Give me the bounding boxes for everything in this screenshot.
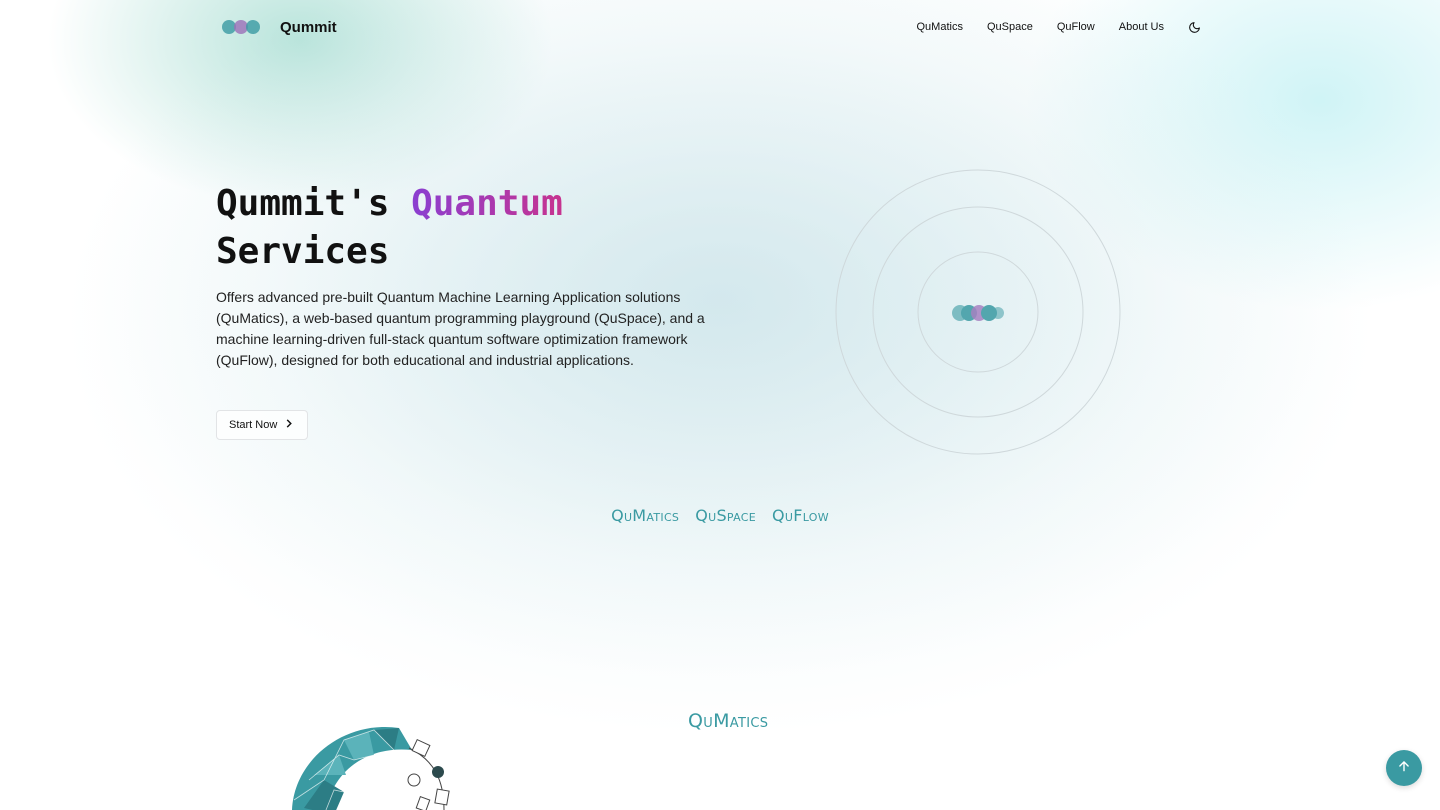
nav-links: QuMatics QuSpace QuFlow About Us xyxy=(893,19,1203,35)
qumatics-illustration xyxy=(284,720,474,810)
chevron-right-icon xyxy=(285,419,293,431)
arrow-up-icon xyxy=(1397,759,1411,778)
wordmark-quspace[interactable]: QuSpace xyxy=(695,506,756,525)
nav-link-quflow[interactable]: QuFlow xyxy=(1057,21,1095,33)
nav-link-quspace[interactable]: QuSpace xyxy=(987,21,1033,33)
nav-link-about-us[interactable]: About Us xyxy=(1119,21,1164,33)
nav-link-qumatics[interactable]: QuMatics xyxy=(917,21,963,33)
orbit-logo-icon xyxy=(952,305,1004,321)
brand-name: Qummit xyxy=(280,18,337,36)
logo-dots-icon xyxy=(222,16,262,38)
hero-title-part1: Qummit's xyxy=(216,183,390,224)
hero-title-accent: Quantum xyxy=(411,183,563,224)
start-now-label: Start Now xyxy=(229,419,278,431)
section-title-qumatics: QuMatics xyxy=(688,710,769,732)
hero-title: Qummit's Quantum Services xyxy=(216,180,636,276)
top-navigation: Qummit QuMatics QuSpace QuFlow About Us xyxy=(0,0,1440,54)
hero-description: Offers advanced pre-built Quantum Machin… xyxy=(216,289,705,368)
scroll-to-top-button[interactable] xyxy=(1386,750,1422,786)
hero-title-part2: Services xyxy=(216,231,390,272)
start-now-button[interactable]: Start Now xyxy=(216,410,309,440)
wordmark-quflow[interactable]: QuFlow xyxy=(772,506,829,525)
moon-icon[interactable] xyxy=(1186,19,1202,35)
product-wordmarks: QuMatics QuSpace QuFlow xyxy=(0,506,1440,525)
brand[interactable]: Qummit xyxy=(222,16,337,38)
orbit-graphic xyxy=(834,168,1122,456)
wordmark-qumatics[interactable]: QuMatics xyxy=(611,506,679,525)
